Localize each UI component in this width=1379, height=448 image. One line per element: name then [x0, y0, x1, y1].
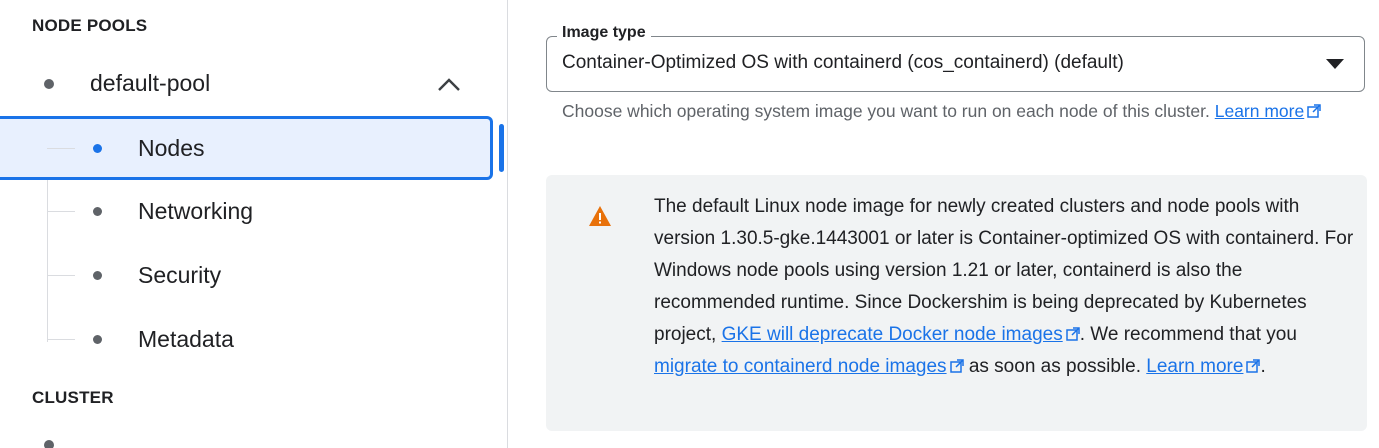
cluster-header: CLUSTER: [32, 388, 114, 407]
external-link-icon: [1065, 327, 1080, 341]
deprecate-docker-link-text: GKE will deprecate Docker node images: [721, 324, 1063, 345]
image-type-select[interactable]: Image type Container-Optimized OS with c…: [546, 24, 1365, 92]
tree-branch: [47, 275, 75, 276]
image-type-value: Container-Optimized OS with containerd (…: [562, 52, 1124, 73]
dropdown-arrow-icon: [1326, 59, 1344, 69]
warning-text-3: as soon as possible.: [963, 356, 1147, 377]
helper-text: Choose which operating system image you …: [562, 101, 1215, 121]
tree-branch: [47, 339, 75, 340]
deprecate-docker-link[interactable]: GKE will deprecate Docker node images: [722, 324, 1063, 345]
sidebar-item-security[interactable]: Security: [0, 244, 493, 306]
bullet-icon: [93, 207, 102, 216]
pool-label: default-pool: [90, 70, 211, 96]
bullet-icon: [93, 144, 102, 153]
warning-icon: [589, 206, 611, 226]
warning-text: The default Linux node image for newly c…: [654, 191, 1354, 383]
learn-more-link-text: Learn more: [1214, 101, 1305, 121]
sidebar-item-nodes[interactable]: Nodes: [0, 116, 493, 180]
warning-text-2: . We recommend that you: [1079, 324, 1297, 345]
warning-text-4: .: [1260, 356, 1266, 377]
sidebar-item-networking[interactable]: Networking: [0, 180, 493, 242]
sidebar-item-metadata[interactable]: Metadata: [0, 308, 493, 370]
node-pools-header: NODE POOLS: [32, 16, 148, 35]
main-panel: Image type Container-Optimized OS with c…: [508, 0, 1379, 448]
bullet-icon: [93, 335, 102, 344]
image-type-label: Image type: [557, 24, 651, 42]
bullet-icon: [93, 271, 102, 280]
warning-callout: The default Linux node image for newly c…: [546, 175, 1367, 431]
scrollbar-thumb[interactable]: [499, 124, 504, 172]
image-type-helper: Choose which operating system image you …: [562, 99, 1352, 124]
external-link-icon: [949, 359, 964, 373]
migrate-containerd-link-text: migrate to containerd node images: [654, 356, 947, 377]
tree-branch: [47, 148, 75, 149]
sidebar-item-default-pool[interactable]: default-pool: [0, 52, 507, 114]
bullet-icon: [44, 440, 54, 448]
sidebar-item-label: Metadata: [138, 326, 234, 352]
warning-learn-more-link-text: Learn more: [1146, 356, 1244, 377]
learn-more-link[interactable]: Learn more: [1215, 101, 1305, 121]
warning-learn-more-link[interactable]: Learn more: [1146, 356, 1243, 377]
warning-text-1: The default Linux node image for newly c…: [654, 196, 1354, 345]
sidebar: NODE POOLS default-pool Nodes Networking…: [0, 0, 508, 448]
sidebar-item-label: Networking: [138, 198, 254, 224]
chevron-up-icon[interactable]: [436, 76, 462, 92]
sidebar-item-label: Security: [138, 262, 222, 288]
sidebar-item-label: Nodes: [138, 135, 205, 161]
external-link-icon: [1246, 359, 1261, 373]
tree-branch: [47, 211, 75, 212]
bullet-icon: [44, 79, 54, 89]
external-link-icon: [1307, 104, 1321, 118]
migrate-containerd-link[interactable]: migrate to containerd node images: [654, 356, 947, 377]
